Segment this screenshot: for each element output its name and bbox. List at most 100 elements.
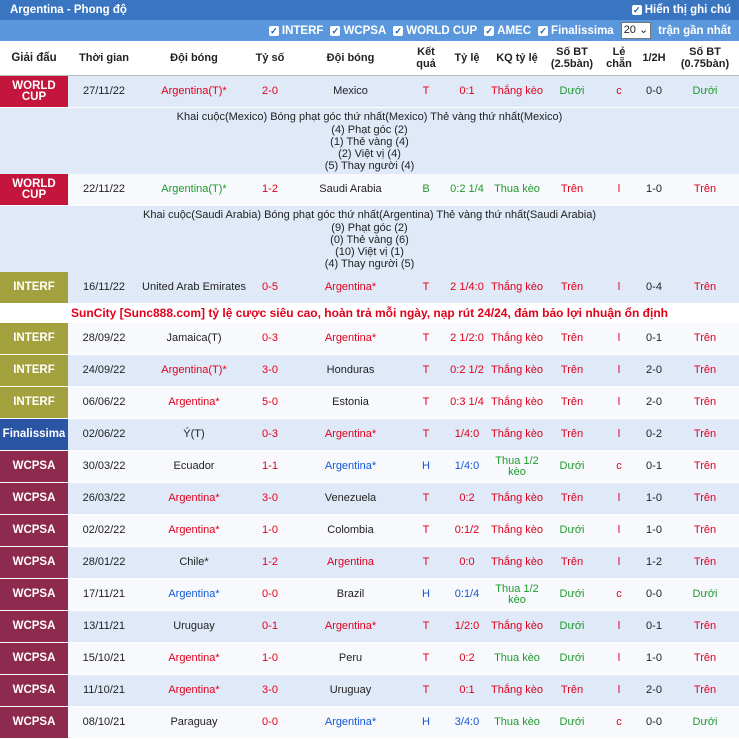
league-badge[interactable]: INTERF xyxy=(0,272,68,303)
home-team[interactable]: Argentina* xyxy=(140,675,248,706)
match-count-select[interactable]: 20 ⌄ xyxy=(620,22,652,39)
handicap-rate: 0:1/2 xyxy=(454,524,480,536)
handicap-rate: 0:1/4 xyxy=(454,588,480,600)
league-badge[interactable]: WCPSA xyxy=(0,451,68,482)
league-badge[interactable]: WCPSA xyxy=(0,547,68,578)
away-team[interactable]: Peru xyxy=(292,643,409,674)
match-score[interactable]: 0-3 xyxy=(248,419,292,450)
home-team[interactable]: Chile* xyxy=(140,547,248,578)
filter-finalissima[interactable]: ✓ Finalissima xyxy=(538,25,614,37)
half-score: 2-0 xyxy=(646,684,662,696)
show-notes-toggle[interactable]: ✓ Hiển thị ghi chú xyxy=(631,4,731,16)
match-score[interactable]: 1-2 xyxy=(248,174,292,205)
home-team[interactable]: Ecuador xyxy=(140,451,248,482)
filter-interf[interactable]: ✓ INTERF xyxy=(268,25,323,37)
league-badge[interactable]: WCPSA xyxy=(0,515,68,546)
match-score[interactable]: 1-0 xyxy=(248,643,292,674)
league-badge[interactable]: WORLD CUP xyxy=(0,76,68,107)
match-score[interactable]: 0-0 xyxy=(248,579,292,610)
checkbox-icon[interactable]: ✓ xyxy=(268,25,279,36)
table-row: INTERF 24/09/22 Argentina(T)* 3-0 Honduras T 0… xyxy=(0,355,739,387)
promo-banner[interactable]: SunCity [Sunc888.com] tỷ lệ cược siêu ca… xyxy=(0,304,739,323)
table-row: WCPSA 11/10/21 Argentina* 3-0 Uruguay T 0:1 Thắ… xyxy=(0,675,739,707)
match-result: T xyxy=(422,492,430,504)
match-score[interactable]: 3-0 xyxy=(248,483,292,514)
match-date: 28/09/22 xyxy=(82,332,126,344)
away-team[interactable]: Mexico xyxy=(292,76,409,107)
match-score[interactable]: 0-1 xyxy=(248,611,292,642)
match-score[interactable]: 3-0 xyxy=(248,355,292,386)
match-score[interactable]: 2-0 xyxy=(248,76,292,107)
home-team[interactable]: Paraguay xyxy=(140,707,248,738)
home-team[interactable]: Argentina* xyxy=(140,515,248,546)
over-under-075: Trên xyxy=(693,492,717,504)
away-team[interactable]: Uruguay xyxy=(292,675,409,706)
league-badge[interactable]: WCPSA xyxy=(0,675,68,706)
checkbox-icon[interactable]: ✓ xyxy=(484,25,495,36)
away-team[interactable]: Argentina* xyxy=(292,451,409,482)
league-badge[interactable]: INTERF xyxy=(0,387,68,418)
away-team[interactable]: Argentina* xyxy=(292,419,409,450)
home-team[interactable]: Argentina(T)* xyxy=(140,174,248,205)
home-team[interactable]: Uruguay xyxy=(140,611,248,642)
league-badge[interactable]: WORLD CUP xyxy=(0,174,68,205)
match-score[interactable]: 1-2 xyxy=(248,547,292,578)
league-badge[interactable]: Finalissima xyxy=(0,419,68,450)
league-badge[interactable]: WCPSA xyxy=(0,483,68,514)
away-team[interactable]: Argentina* xyxy=(292,707,409,738)
handicap-result: Thắng kèo xyxy=(491,524,543,536)
match-score[interactable]: 1-1 xyxy=(248,451,292,482)
filter-label: Finalissima xyxy=(551,24,614,37)
home-team[interactable]: Argentina(T)* xyxy=(140,76,248,107)
league-badge[interactable]: INTERF xyxy=(0,323,68,354)
checkbox-icon[interactable]: ✓ xyxy=(393,25,404,36)
match-date: 13/11/21 xyxy=(82,620,125,632)
odd-even: l xyxy=(617,428,621,440)
filter-worldcup[interactable]: ✓ WORLD CUP xyxy=(393,25,477,37)
match-score[interactable]: 0-5 xyxy=(248,272,292,303)
away-team[interactable]: Argentina xyxy=(292,547,409,578)
away-team[interactable]: Argentina* xyxy=(292,611,409,642)
home-team[interactable]: Argentina* xyxy=(140,643,248,674)
handicap-result: Thắng kèo xyxy=(491,428,543,440)
checkbox-icon[interactable]: ✓ xyxy=(538,25,549,36)
league-badge[interactable]: WCPSA xyxy=(0,643,68,674)
filter-wcpsa[interactable]: ✓ WCPSA xyxy=(330,25,386,37)
match-score[interactable]: 3-0 xyxy=(248,675,292,706)
match-date: 28/01/22 xyxy=(82,556,126,568)
home-team[interactable]: Argentina(T)* xyxy=(140,355,248,386)
away-team[interactable]: Saudi Arabia xyxy=(292,174,409,205)
checkbox-icon[interactable]: ✓ xyxy=(631,5,642,15)
odd-even: c xyxy=(616,588,622,600)
handicap-result: Thắng kèo xyxy=(491,332,543,344)
league-badge[interactable]: WCPSA xyxy=(0,707,68,738)
handicap-rate: 0:2 xyxy=(459,492,475,504)
filter-amec[interactable]: ✓ AMEC xyxy=(484,25,531,37)
away-team[interactable]: Colombia xyxy=(292,515,409,546)
away-team[interactable]: Argentina* xyxy=(292,272,409,303)
league-badge[interactable]: WCPSA xyxy=(0,611,68,642)
away-team[interactable]: Venezuela xyxy=(292,483,409,514)
match-score[interactable]: 0-3 xyxy=(248,323,292,354)
match-score[interactable]: 1-0 xyxy=(248,515,292,546)
odd-even: l xyxy=(617,492,621,504)
away-team[interactable]: Estonia xyxy=(292,387,409,418)
league-badge[interactable]: INTERF xyxy=(0,355,68,386)
away-team[interactable]: Honduras xyxy=(292,355,409,386)
half-score: 0-0 xyxy=(646,85,662,97)
checkbox-icon[interactable]: ✓ xyxy=(330,25,341,36)
home-team[interactable]: United Arab Emirates xyxy=(140,272,248,303)
away-team[interactable]: Brazil xyxy=(292,579,409,610)
league-badge[interactable]: WCPSA xyxy=(0,579,68,610)
home-team[interactable]: Argentina* xyxy=(140,483,248,514)
home-team[interactable]: Jamaica(T) xyxy=(140,323,248,354)
over-under-075: Dưới xyxy=(692,85,718,97)
home-team[interactable]: Argentina* xyxy=(140,579,248,610)
match-score[interactable]: 5-0 xyxy=(248,387,292,418)
match-score[interactable]: 0-0 xyxy=(248,707,292,738)
home-team[interactable]: Argentina* xyxy=(140,387,248,418)
half-score: 0-0 xyxy=(646,588,662,600)
away-team[interactable]: Argentina* xyxy=(292,323,409,354)
page-title: Argentina - Phong độ xyxy=(10,4,127,16)
home-team[interactable]: Ý(T) xyxy=(140,419,248,450)
